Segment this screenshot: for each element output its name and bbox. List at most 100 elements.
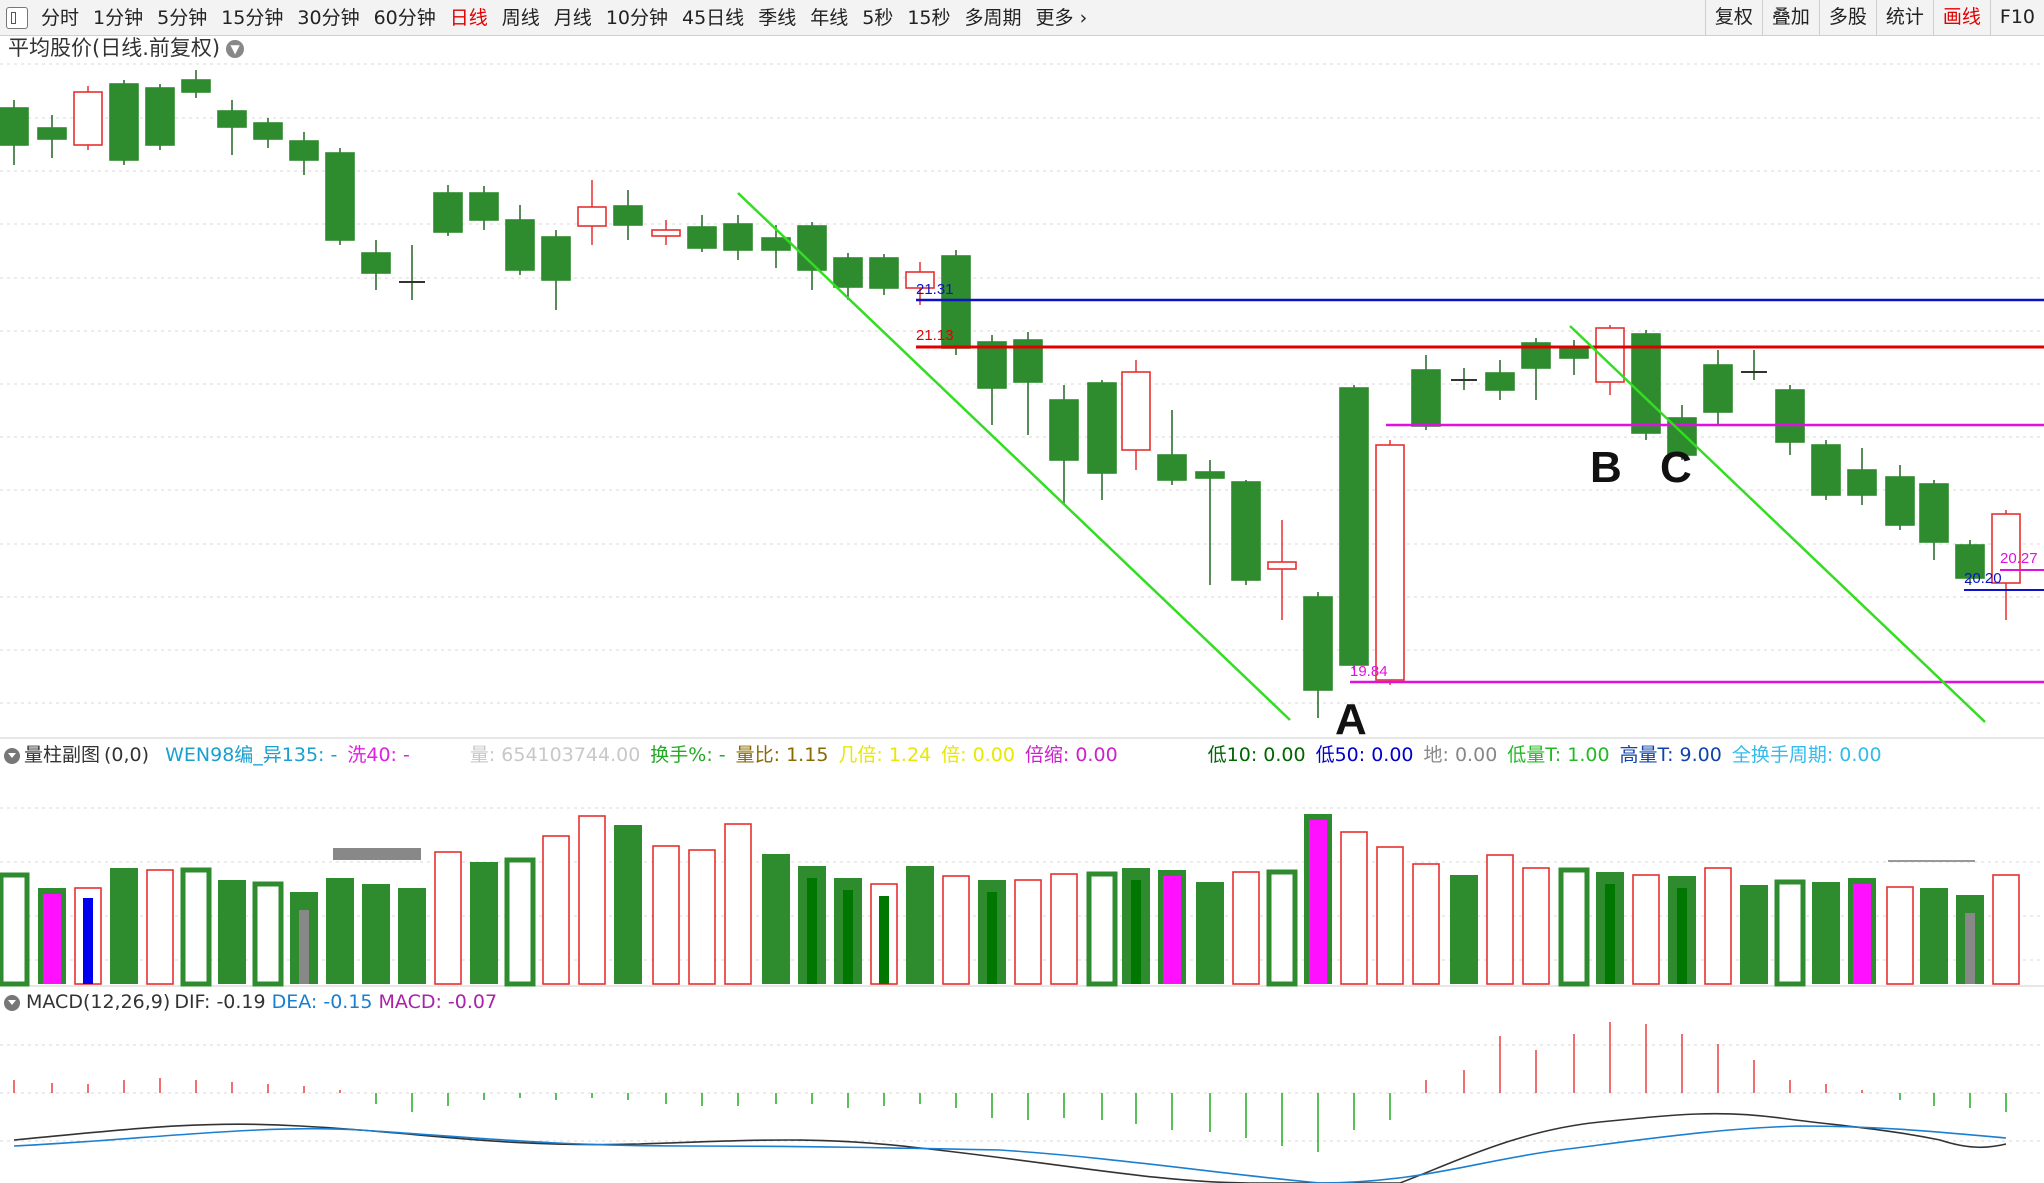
volume-bar	[870, 883, 898, 985]
volume-grey-marker	[333, 848, 421, 860]
volume-field: 量比: 1.15	[735, 744, 829, 766]
volume-bar-body	[470, 862, 498, 984]
point-label-a: A	[1335, 695, 1367, 744]
volume-bar-body	[1704, 867, 1732, 985]
volume-bar-body	[398, 888, 426, 984]
volume-bar	[290, 892, 318, 984]
macd-value: MACD: -0.07	[378, 991, 498, 1013]
candle-body	[145, 87, 175, 146]
macd-chart	[13, 1022, 2007, 1183]
candle	[1375, 440, 1405, 685]
volume-bar	[398, 888, 426, 984]
volume-bar	[1956, 895, 1984, 984]
volume-bar	[1522, 867, 1550, 985]
candle-body	[0, 107, 29, 146]
volume-bar	[1450, 875, 1478, 984]
volume-bar	[1304, 814, 1332, 984]
volume-bar-body	[1992, 874, 2020, 985]
volume-bar	[906, 866, 934, 984]
candle	[761, 225, 791, 268]
volume-bar	[1992, 874, 2020, 985]
volume-bar	[1632, 874, 1660, 985]
volume-bar-body	[578, 815, 606, 985]
candle	[217, 100, 247, 155]
volume-bar	[1848, 878, 1876, 984]
volume-field: 高量T: 9.00	[1619, 744, 1722, 766]
macd-menu-icon[interactable]	[4, 994, 20, 1011]
volume-field: 低50: 0.00	[1315, 744, 1414, 766]
candle	[1559, 340, 1589, 375]
candle	[1485, 360, 1515, 400]
candle	[833, 253, 863, 300]
volume-bar-body	[0, 872, 30, 987]
volume-field: 低10: 0.00	[1207, 744, 1306, 766]
volume-bar	[1774, 879, 1806, 987]
candle-body	[1049, 399, 1079, 461]
volume-bar	[1412, 863, 1440, 985]
candle	[1303, 592, 1333, 718]
volume-bar-marker	[987, 892, 997, 984]
volume-bar-body	[1412, 863, 1440, 985]
volume-bar-body	[906, 866, 934, 984]
point-label-b: B	[1590, 443, 1622, 492]
volume-bar-marker	[1677, 888, 1687, 984]
volume-bar	[38, 888, 66, 984]
volume-bar-body	[762, 854, 790, 984]
candle	[109, 80, 139, 165]
volume-field: 量: 654103744.00	[469, 744, 641, 766]
candle-body	[833, 257, 863, 288]
candle-body	[325, 152, 355, 241]
volume-bar	[578, 815, 606, 985]
candle	[1121, 360, 1151, 470]
candle-body	[73, 91, 103, 146]
volume-bar-body	[1196, 882, 1224, 984]
volume-bar-body	[1340, 831, 1368, 985]
macd-title: MACD(12,26,9)	[26, 991, 171, 1013]
volume-bar-body	[942, 875, 970, 985]
candle-body	[541, 236, 571, 281]
candle-body	[1885, 476, 1915, 526]
candle	[1811, 440, 1841, 500]
volume-bar-marker	[299, 910, 309, 984]
volume-bar	[218, 880, 246, 984]
candle-body	[217, 110, 247, 128]
volume-bar	[74, 887, 102, 985]
volume-bar-marker	[43, 894, 61, 984]
candle	[687, 215, 717, 252]
volume-bar	[1740, 885, 1768, 984]
macd-dif: DIF: -0.19	[174, 991, 266, 1013]
panel-menu-icon[interactable]	[4, 747, 20, 764]
volume-bar	[1486, 854, 1514, 985]
volume-field: 倍缩: 0.00	[1024, 744, 1118, 766]
volume-bar-body	[146, 869, 174, 985]
candle	[1885, 465, 1915, 530]
volume-bar-body	[1486, 854, 1514, 985]
candle	[723, 215, 753, 260]
volume-bar-marker	[1605, 884, 1615, 984]
candle	[505, 205, 535, 275]
trend-line-left	[737, 192, 1291, 721]
volume-bar-marker	[83, 898, 93, 984]
volume-bar-body	[724, 823, 752, 985]
candle-body	[687, 226, 717, 249]
candle	[869, 254, 899, 295]
macd-dea-line	[13, 1125, 2007, 1183]
volume-bar	[1232, 871, 1260, 985]
candle	[289, 132, 319, 175]
volume-bar-body	[1266, 869, 1298, 987]
candle	[73, 86, 103, 150]
volume-bar-body	[542, 835, 570, 985]
candle-body	[613, 205, 643, 226]
volume-bars	[0, 814, 2020, 987]
candle-body	[1775, 389, 1805, 443]
candle-body	[977, 341, 1007, 389]
volume-bar-body	[688, 849, 716, 985]
volume-bar	[1704, 867, 1732, 985]
volume-bar-body	[1740, 885, 1768, 984]
volume-field: 地: 0.00	[1423, 744, 1498, 766]
volume-bar	[1886, 886, 1914, 985]
level-label-blue: 21.31	[916, 281, 954, 298]
volume-bar-body	[218, 880, 246, 984]
volume-bar-body	[504, 857, 536, 987]
volume-panel-title: 量柱副图	[24, 744, 101, 766]
